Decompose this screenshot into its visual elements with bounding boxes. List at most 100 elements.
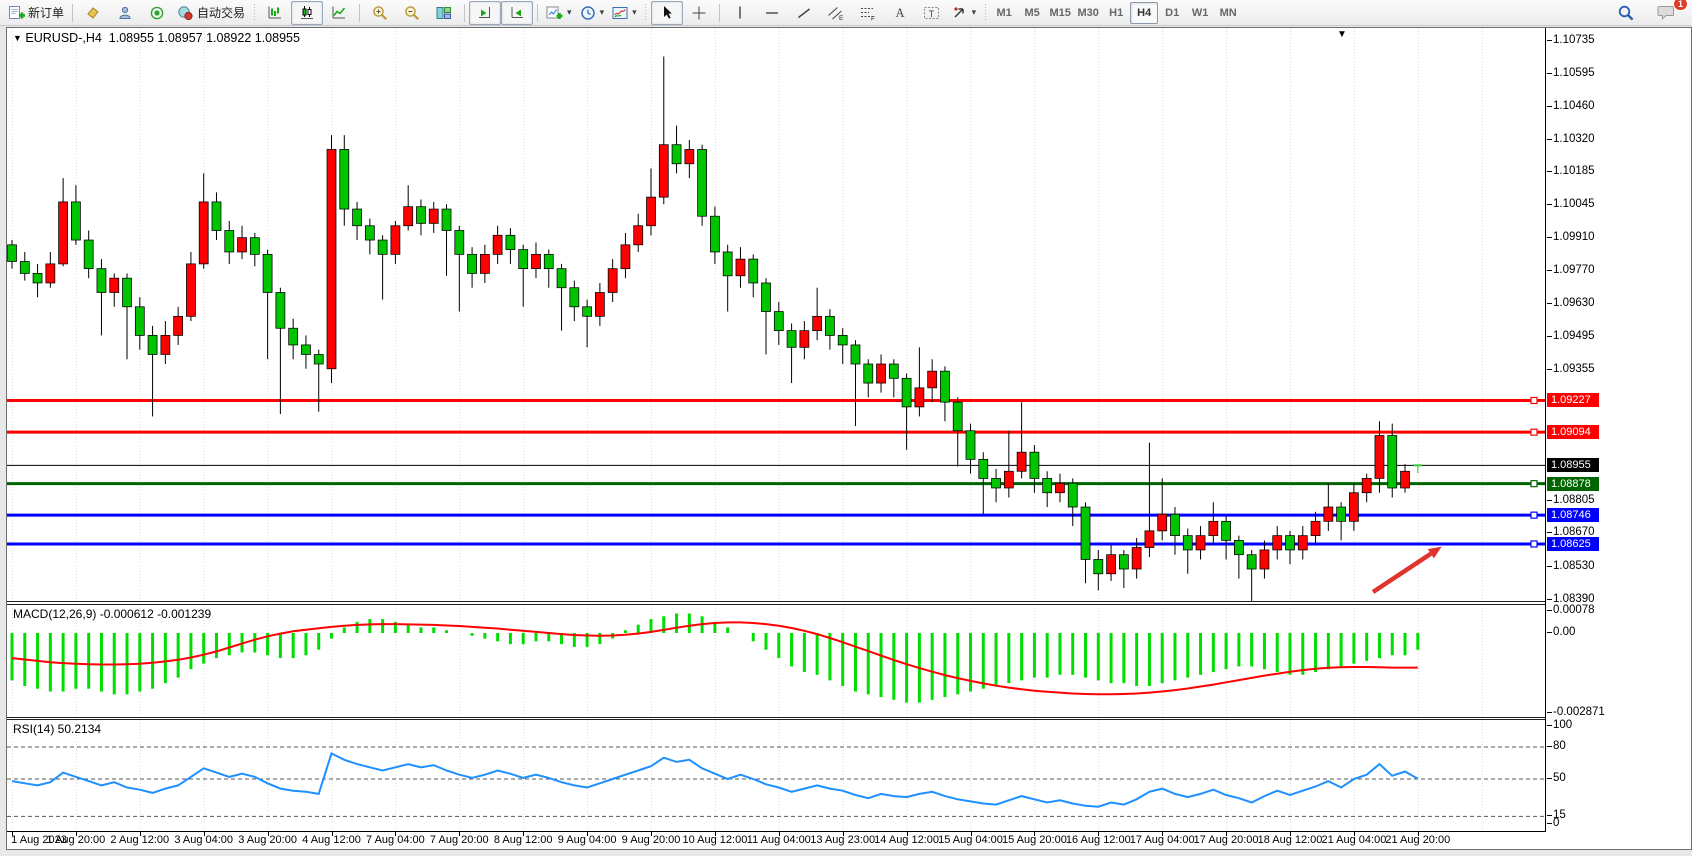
candle-body: [672, 145, 681, 164]
candle-body: [1055, 483, 1064, 493]
timeframe-h1-button[interactable]: H1: [1102, 2, 1130, 24]
line-handle[interactable]: [1531, 541, 1537, 547]
candle-body: [97, 269, 106, 293]
candle-body: [468, 254, 477, 273]
horizontal-line-button[interactable]: [756, 1, 788, 25]
clock-icon: [580, 5, 596, 21]
chevron-down-icon[interactable]: ▾: [600, 7, 605, 18]
macd-chart[interactable]: [7, 605, 1545, 717]
candle-body: [174, 316, 183, 335]
time-axis[interactable]: 1 Aug 20231 Aug 20:002 Aug 12:003 Aug 04…: [7, 832, 1691, 847]
candle-body: [1298, 536, 1307, 550]
autotrade-button[interactable]: 自动交易: [173, 1, 249, 25]
time-label: 21 Aug 04:00: [1321, 834, 1386, 846]
indicators-button[interactable]: ▾: [542, 1, 576, 25]
new-order-button[interactable]: 新订单: [4, 1, 68, 25]
chevron-down-icon[interactable]: ▾: [972, 7, 977, 18]
price-line-badge: 1.08955: [1547, 458, 1599, 472]
auto-scroll-button[interactable]: [469, 1, 501, 25]
arrows-button[interactable]: ▾: [948, 1, 981, 25]
equidistant-channel-button[interactable]: E: [820, 1, 852, 25]
fibonacci-button[interactable]: F: [852, 1, 884, 25]
crosshair-button[interactable]: [683, 1, 715, 25]
templates-button[interactable]: ▾: [608, 1, 641, 25]
eraser-button[interactable]: [77, 1, 109, 25]
chart-shift-marker-icon[interactable]: ▼: [1337, 29, 1347, 40]
chart-symbol: EURUSD-,H4: [25, 31, 101, 45]
line-handle[interactable]: [1531, 512, 1537, 518]
candlestick-chart[interactable]: [7, 28, 1545, 601]
timeframe-m30-button[interactable]: M30: [1074, 2, 1102, 24]
candle-body: [1247, 555, 1256, 569]
tile-windows-button[interactable]: [428, 1, 460, 25]
bar-chart-button[interactable]: [259, 1, 291, 25]
candle-body: [1094, 559, 1103, 573]
collapse-triangle-icon[interactable]: ▼: [13, 33, 22, 43]
annotation-arrow[interactable]: [1373, 554, 1431, 592]
bar-chart-icon: [267, 5, 283, 20]
svg-text:E: E: [839, 15, 844, 21]
signals-button[interactable]: [141, 1, 173, 25]
candle-body: [493, 235, 502, 254]
candle-body: [1234, 540, 1243, 554]
candle-chart-button[interactable]: [291, 1, 323, 25]
expert-advisor-button[interactable]: [109, 1, 141, 25]
rsi-chart[interactable]: [7, 720, 1545, 831]
rsi-indicator-pane[interactable]: RSI(14) 50.2134: [7, 720, 1545, 831]
search-button[interactable]: [1610, 1, 1642, 25]
timeframe-m15-button[interactable]: M15: [1046, 2, 1074, 24]
candle-body: [123, 278, 132, 307]
timeframe-h4-button[interactable]: H4: [1130, 2, 1158, 24]
chart-shift-button[interactable]: [501, 1, 533, 25]
candle-body: [416, 207, 425, 224]
candle-body: [698, 149, 707, 216]
timeframe-w1-button[interactable]: W1: [1186, 2, 1214, 24]
periods-button[interactable]: ▾: [576, 1, 609, 25]
text-label-button[interactable]: T: [916, 1, 948, 25]
line-handle[interactable]: [1531, 429, 1537, 435]
time-label: 15 Aug 20:00: [1002, 834, 1067, 846]
notification-badge: 1: [1673, 0, 1688, 11]
price-tick-label: 1.09355: [1553, 363, 1595, 375]
price-tick-label: 1.10185: [1553, 165, 1595, 177]
price-chart-pane[interactable]: ▼ EURUSD-,H4 1.08955 1.08957 1.08922 1.0…: [7, 28, 1545, 601]
line-handle[interactable]: [1531, 481, 1537, 487]
new-order-button-label: 新订单: [28, 4, 64, 21]
time-label: 9 Aug 20:00: [622, 834, 681, 846]
candle-body: [46, 264, 55, 283]
toolbar-grip: [983, 4, 987, 22]
macd-indicator-pane[interactable]: MACD(12,26,9) -0.000612 -0.001239: [7, 605, 1545, 717]
notifications-button[interactable]: 1: [1650, 1, 1682, 25]
line-handle[interactable]: [1531, 397, 1537, 403]
candle-body: [864, 364, 873, 383]
candle-body: [1209, 521, 1218, 535]
candle-chart-icon: [299, 5, 315, 20]
candle-body: [634, 226, 643, 245]
chart-title: ▼ EURUSD-,H4 1.08955 1.08957 1.08922 1.0…: [13, 31, 300, 45]
new-order-doc-icon: [8, 5, 25, 21]
line-chart-button[interactable]: [323, 1, 355, 25]
time-label: 3 Aug 04:00: [174, 834, 233, 846]
timeframe-mn-button[interactable]: MN: [1214, 2, 1242, 24]
timeframe-m1-button[interactable]: M1: [990, 2, 1018, 24]
timeframe-m5-button[interactable]: M5: [1018, 2, 1046, 24]
svg-text:A: A: [896, 6, 905, 20]
price-axis[interactable]: 1.107351.105951.104601.103201.101851.100…: [1546, 28, 1691, 832]
vertical-line-button[interactable]: [724, 1, 756, 25]
trendline-button[interactable]: [788, 1, 820, 25]
price-tick-label: 1.09630: [1553, 297, 1595, 309]
macd-axis-label: -0.002871: [1553, 706, 1605, 718]
candle-body: [1004, 471, 1013, 488]
rsi-axis-label: 0: [1553, 817, 1559, 829]
zoom-in-button[interactable]: [364, 1, 396, 25]
timeframe-d1-button[interactable]: D1: [1158, 2, 1186, 24]
time-label: 10 Aug 12:00: [682, 834, 747, 846]
autotrade-icon: [177, 5, 194, 21]
candle-body: [813, 316, 822, 330]
zoom-out-button[interactable]: [396, 1, 428, 25]
chevron-down-icon[interactable]: ▾: [632, 7, 637, 18]
chevron-down-icon[interactable]: ▾: [567, 7, 572, 18]
cursor-button[interactable]: [651, 1, 683, 25]
text-button[interactable]: A: [884, 1, 916, 25]
candle-body: [953, 402, 962, 431]
